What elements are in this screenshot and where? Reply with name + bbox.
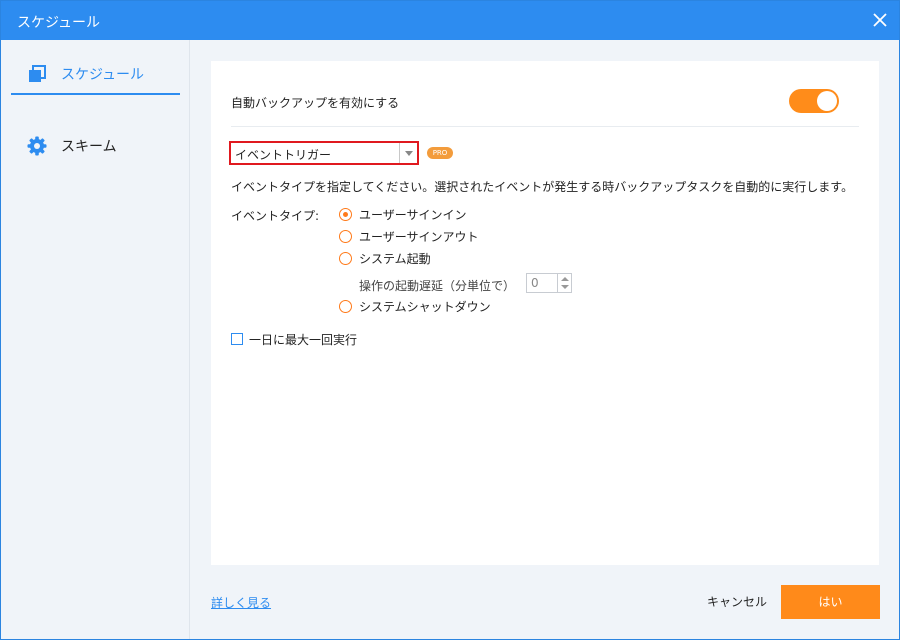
radio-label: ユーザーサインイン bbox=[359, 207, 467, 222]
chevron-down-icon bbox=[399, 143, 417, 163]
sidebar-item-scheme[interactable]: スキーム bbox=[11, 126, 180, 166]
radio-label: ユーザーサインアウト bbox=[359, 229, 479, 244]
ok-button[interactable]: はい bbox=[781, 585, 880, 619]
pro-badge: PRO bbox=[427, 147, 453, 159]
radio-button[interactable] bbox=[339, 251, 352, 265]
radio-label: システム起動 bbox=[359, 251, 431, 266]
trigger-select-value: イベントトリガー bbox=[235, 148, 332, 162]
title-bar: スケジュール bbox=[1, 1, 899, 40]
radio-system-startup[interactable]: システム起動 bbox=[339, 248, 431, 268]
sidebar-item-label: スキーム bbox=[61, 139, 117, 155]
cancel-button[interactable]: キャンセル bbox=[699, 585, 775, 619]
event-type-label: イベントタイプ: bbox=[231, 209, 320, 223]
startup-delay-stepper[interactable]: 0 bbox=[526, 273, 572, 293]
sidebar-item-schedule[interactable]: スケジュール bbox=[11, 55, 180, 95]
chevron-up-icon[interactable] bbox=[561, 277, 569, 281]
radio-button[interactable] bbox=[339, 207, 352, 221]
sidebar: スケジュール スキーム bbox=[1, 40, 190, 639]
radio-button[interactable] bbox=[339, 299, 352, 313]
once-a-day-label: 一日に最大一回実行 bbox=[249, 332, 358, 347]
gear-icon bbox=[27, 136, 47, 156]
startup-delay-label: 操作の起動遅延（分単位で） bbox=[359, 279, 516, 293]
radio-system-shutdown[interactable]: システムシャットダウン bbox=[339, 296, 491, 316]
toggle-knob bbox=[817, 91, 837, 111]
settings-panel: 自動バックアップを有効にする イベントトリガー PRO イベントタイプを指定して… bbox=[211, 61, 879, 565]
event-description: イベントタイプを指定してください。選択されたイベントが発生する時バックアップタス… bbox=[231, 180, 854, 194]
radio-button[interactable] bbox=[339, 229, 352, 243]
sidebar-item-label: スケジュール bbox=[61, 67, 145, 83]
close-icon[interactable] bbox=[871, 11, 889, 29]
learn-more-link[interactable]: 詳しく見る bbox=[211, 594, 271, 611]
once-a-day-checkbox[interactable] bbox=[231, 333, 243, 345]
radio-user-signout[interactable]: ユーザーサインアウト bbox=[339, 226, 479, 246]
stepper-buttons[interactable] bbox=[557, 274, 571, 292]
auto-backup-row: 自動バックアップを有効にする bbox=[231, 61, 859, 127]
schedule-dialog: スケジュール スケジュール スキーム 自動バックアップを有効にする イベントトリ… bbox=[0, 0, 900, 640]
auto-backup-toggle[interactable] bbox=[789, 89, 839, 113]
auto-backup-label: 自動バックアップを有効にする bbox=[231, 96, 400, 110]
trigger-type-select[interactable]: イベントトリガー bbox=[229, 141, 419, 165]
radio-user-signin[interactable]: ユーザーサインイン bbox=[339, 204, 467, 224]
copy-icon bbox=[27, 64, 47, 84]
startup-delay-value: 0 bbox=[531, 276, 539, 290]
once-a-day-option[interactable]: 一日に最大一回実行 bbox=[231, 329, 357, 349]
radio-label: システムシャットダウン bbox=[359, 299, 491, 314]
window-title: スケジュール bbox=[17, 15, 101, 31]
chevron-down-icon[interactable] bbox=[561, 285, 569, 289]
